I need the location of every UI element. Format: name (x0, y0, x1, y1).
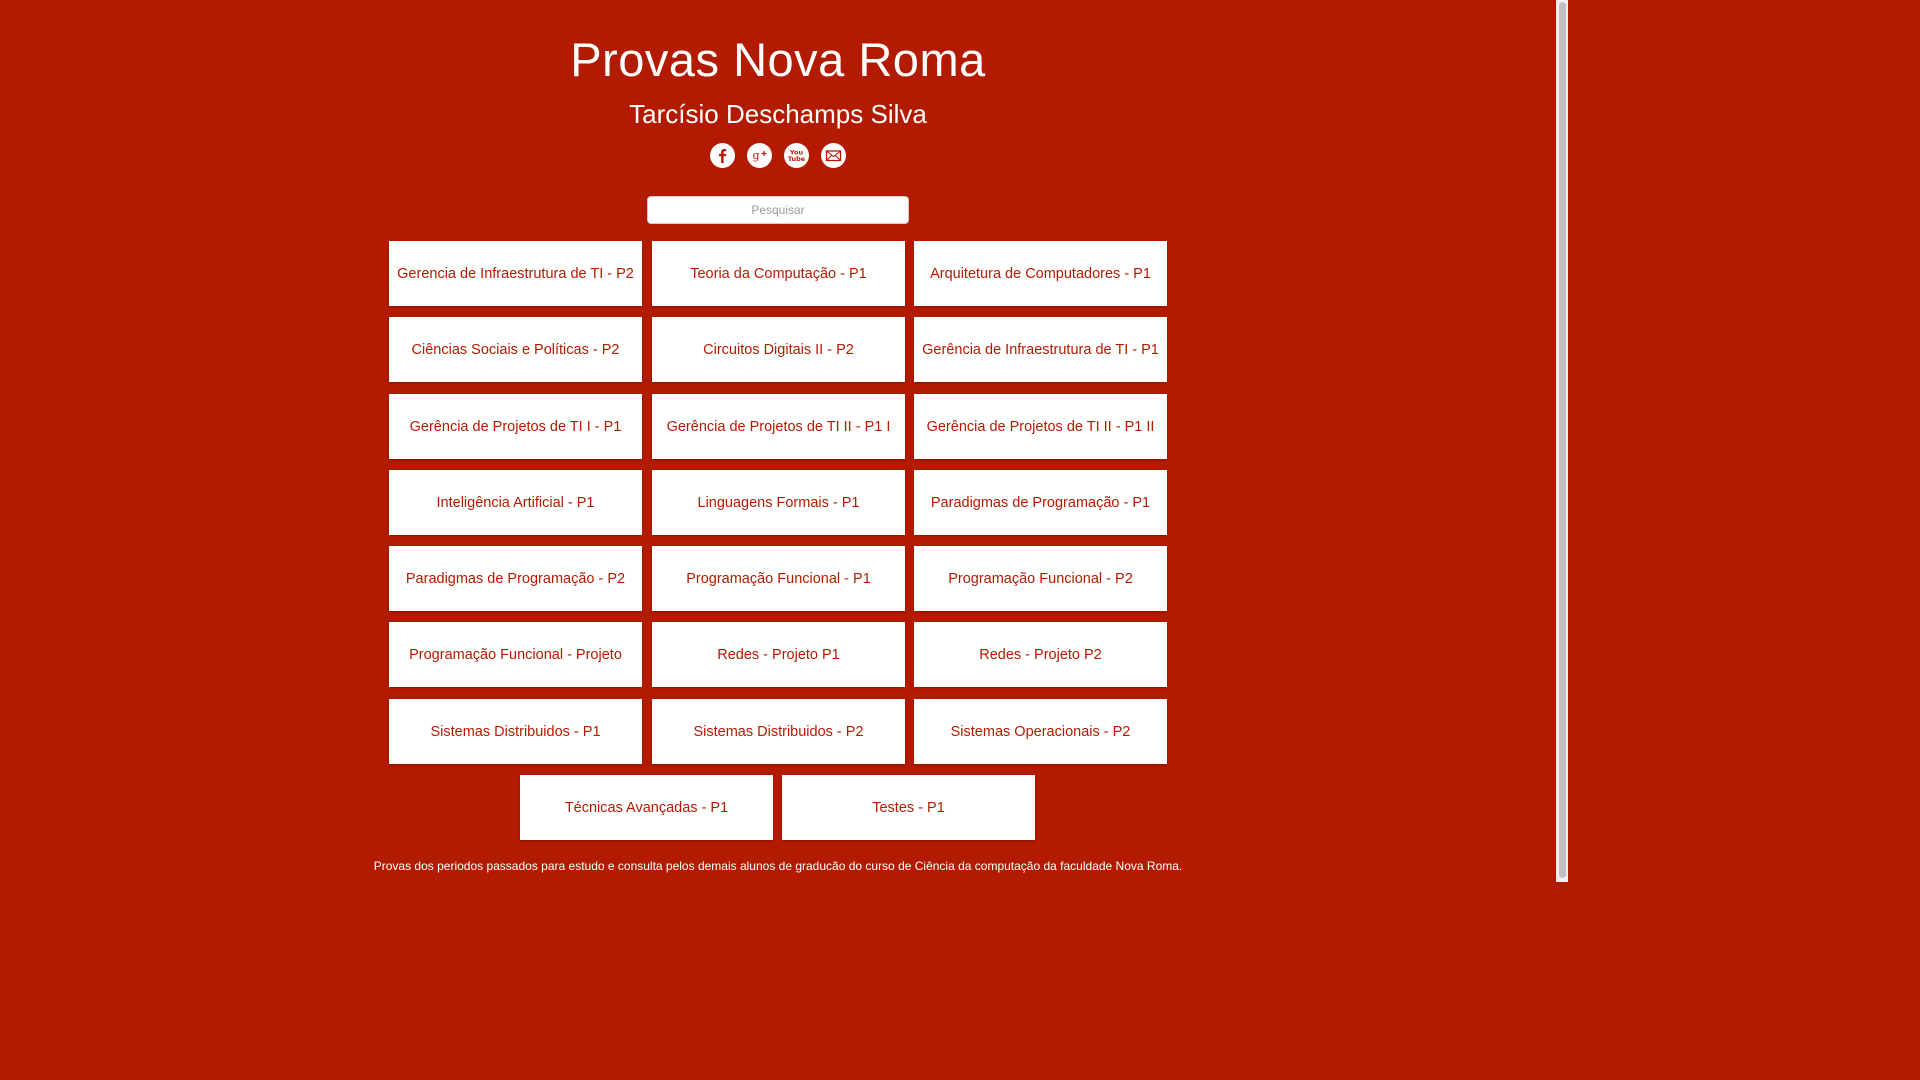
footer-text: Provas dos periodos passados para estudo… (373, 859, 1183, 873)
exam-card[interactable]: Gerencia de Infraestrutura de TI - P2 (389, 241, 642, 306)
exam-card-label: Ciências Sociais e Políticas - P2 (411, 341, 620, 358)
facebook-link[interactable] (710, 143, 735, 168)
exam-card-label: Testes - P1 (872, 799, 945, 816)
exam-card-label: Paradigmas de Programação - P1 (930, 494, 1151, 511)
exam-card-label: Programação Funcional - P1 (686, 570, 871, 587)
exam-card[interactable]: Gerência de Projetos de TI II - P1 II (914, 394, 1167, 459)
exam-card[interactable]: Técnicas Avançadas - P1 (520, 775, 773, 840)
exam-card[interactable]: Inteligência Artificial - P1 (389, 470, 642, 535)
exam-card-label: Técnicas Avançadas - P1 (564, 799, 729, 816)
exam-card[interactable]: Testes - P1 (782, 775, 1035, 840)
exam-card[interactable]: Programação Funcional - P2 (914, 546, 1167, 611)
exam-card[interactable]: Sistemas Operacionais - P2 (914, 699, 1167, 764)
exam-card-label: Paradigmas de Programação - P2 (405, 570, 626, 587)
email-icon (825, 150, 842, 162)
exam-card[interactable]: Ciências Sociais e Políticas - P2 (389, 317, 642, 382)
exam-card-label: Circuitos Digitais II - P2 (703, 341, 854, 358)
exam-card[interactable]: Programação Funcional - Projeto (389, 622, 642, 687)
page-subtitle: Tarcísio Deschamps Silva (629, 99, 927, 129)
exam-card[interactable]: Gerência de Projetos de TI I - P1 (389, 394, 642, 459)
exam-card[interactable]: Teoria da Computação - P1 (652, 241, 905, 306)
facebook-icon (719, 149, 727, 163)
youtube-icon: You Tube (788, 149, 806, 164)
exam-card[interactable]: Sistemas Distribuidos - P1 (389, 699, 642, 764)
exam-card[interactable]: Paradigmas de Programação - P2 (389, 546, 642, 611)
exam-card-label: Teoria da Computação - P1 (690, 265, 867, 282)
exam-card-label: Gerência de Projetos de TI I - P1 (409, 418, 622, 435)
exam-card-label: Gerência de Infraestrutura de TI - P1 (922, 341, 1159, 358)
email-link[interactable] (821, 143, 846, 168)
exam-card-label: Gerência de Projetos de TI II - P1 II (926, 418, 1155, 435)
exam-card[interactable]: Linguagens Formais - P1 (652, 470, 905, 535)
scrollbar-thumb[interactable] (1559, 2, 1566, 878)
google-plus-icon: g (753, 149, 767, 162)
social-links: g You Tube (710, 143, 846, 168)
exam-card[interactable]: Arquitetura de Computadores - P1 (914, 241, 1167, 306)
svg-text:g: g (753, 149, 760, 162)
page: Provas Nova Roma Tarcísio Deschamps Silv… (0, 0, 1556, 882)
vertical-scrollbar[interactable] (1556, 0, 1568, 882)
exam-card[interactable]: Sistemas Distribuidos - P2 (652, 699, 905, 764)
search-input[interactable] (647, 196, 909, 224)
exam-card-label: Sistemas Operacionais - P2 (950, 723, 1131, 740)
exam-card-label: Arquitetura de Computadores - P1 (930, 265, 1151, 282)
exam-card-label: Inteligência Artificial - P1 (436, 494, 595, 511)
exam-card-label: Sistemas Distribuidos - P1 (430, 723, 601, 740)
google-plus-link[interactable]: g (747, 143, 772, 168)
exam-card[interactable]: Redes - Projeto P1 (652, 622, 905, 687)
exam-card-label: Redes - Projeto P1 (717, 646, 840, 663)
exam-card[interactable]: Gerência de Projetos de TI II - P1 I (652, 394, 905, 459)
exam-card-label: Gerencia de Infraestrutura de TI - P2 (397, 265, 634, 282)
exam-card[interactable]: Programação Funcional - P1 (652, 546, 905, 611)
exam-card[interactable]: Gerência de Infraestrutura de TI - P1 (914, 317, 1167, 382)
exam-card-label: Redes - Projeto P2 (979, 646, 1102, 663)
page-title: Provas Nova Roma (570, 33, 986, 86)
svg-text:Tube: Tube (788, 155, 806, 163)
exam-card[interactable]: Redes - Projeto P2 (914, 622, 1167, 687)
exam-card[interactable]: Paradigmas de Programação - P1 (914, 470, 1167, 535)
exam-card-label: Linguagens Formais - P1 (697, 494, 860, 511)
exam-card-label: Sistemas Distribuidos - P2 (693, 723, 864, 740)
youtube-link[interactable]: You Tube (784, 143, 809, 168)
exam-card-label: Programação Funcional - Projeto (409, 646, 622, 663)
exam-card[interactable]: Circuitos Digitais II - P2 (652, 317, 905, 382)
exam-card-label: Programação Funcional - P2 (948, 570, 1133, 587)
exam-card-label: Gerência de Projetos de TI II - P1 I (666, 418, 891, 435)
